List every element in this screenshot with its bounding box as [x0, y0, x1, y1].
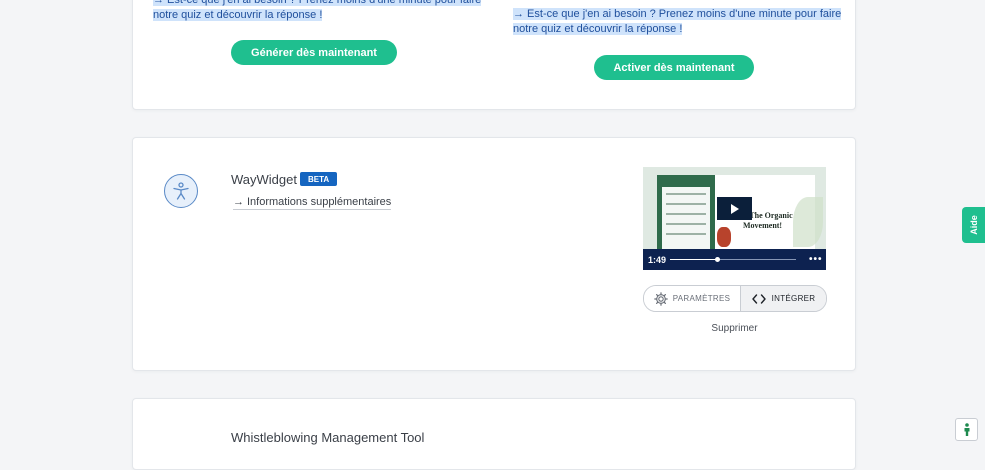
preview-row [666, 193, 706, 195]
preview-row [666, 223, 706, 225]
top-card: → Est-ce que j'en ai besoin ? Prenez moi… [132, 0, 856, 110]
preview-row [666, 233, 706, 235]
video-preview-list [662, 187, 710, 249]
video-thumbnail[interactable]: n The Organic Movement! 1:49 ••• [643, 167, 826, 270]
video-controls-bar: 1:49 ••• [643, 249, 826, 270]
integrate-label: INTÉGRER [771, 294, 816, 303]
video-more-options-button[interactable]: ••• [809, 254, 823, 265]
widget-actions-group: PARAMÈTRES INTÉGRER [643, 285, 827, 312]
preview-row [666, 213, 706, 215]
settings-label: PARAMÈTRES [672, 294, 731, 303]
accessibility-icon [964, 422, 969, 436]
whistleblowing-card: Whistleblowing Management Tool [132, 398, 856, 470]
video-progress-knob[interactable] [715, 257, 721, 262]
more-info-label: Informations supplémentaires [247, 196, 392, 208]
accessibility-person-icon [173, 182, 189, 200]
arrow-right-icon: → [233, 196, 244, 208]
video-duration: 1:49 [648, 254, 667, 265]
help-tab[interactable]: Aide [962, 207, 985, 243]
gear-icon [653, 291, 668, 306]
quiz-text-right[interactable]: → Est-ce que j'en ai besoin ? Prenez moi… [513, 8, 842, 35]
preview-row [666, 203, 706, 205]
quiz-highlighted-text-left: → Est-ce que j'en ai besoin ? Prenez moi… [153, 0, 483, 23]
video-progress-fill [670, 259, 718, 260]
code-icon [751, 293, 766, 304]
settings-button[interactable]: PARAMÈTRES [644, 286, 741, 311]
play-button[interactable] [717, 197, 752, 220]
integrate-button[interactable]: INTÉGRER [741, 286, 826, 311]
activate-now-button[interactable]: Activer dès maintenant [594, 55, 754, 80]
accessibility-button[interactable] [955, 418, 978, 441]
beta-badge: BETA [300, 172, 338, 186]
video-preview-image [717, 227, 731, 247]
quiz-highlighted-text-right: → Est-ce que j'en ai besoin ? Prenez moi… [513, 7, 843, 37]
quiz-text-left[interactable]: → Est-ce que j'en ai besoin ? Prenez moi… [153, 0, 482, 21]
delete-button[interactable]: Supprimer [643, 323, 826, 334]
video-preview-decoration [793, 197, 823, 247]
more-info-link[interactable]: → Informations supplémentaires [233, 196, 392, 210]
waywidget-card: WayWidget BETA → Informations supplément… [132, 137, 856, 371]
headline-line-2: Movement! [743, 221, 783, 230]
help-label: Aide [968, 215, 979, 235]
waywidget-logo [164, 174, 198, 208]
video-progress-bar[interactable] [670, 257, 797, 262]
waywidget-title: WayWidget [231, 172, 297, 187]
generate-now-button[interactable]: Générer dès maintenant [231, 40, 397, 65]
play-icon [730, 203, 739, 214]
whistleblowing-title: Whistleblowing Management Tool [231, 430, 425, 445]
